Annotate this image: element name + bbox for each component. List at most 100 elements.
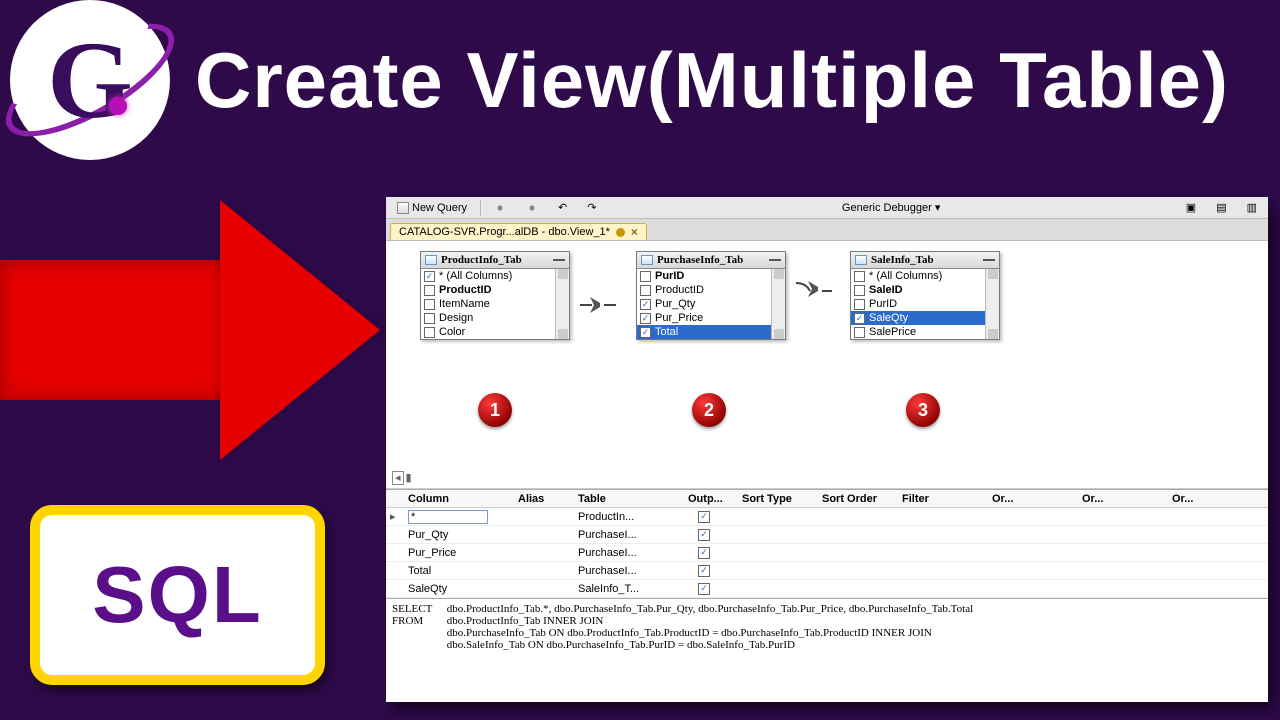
column-row[interactable]: PurID bbox=[851, 297, 999, 311]
column-name: Design bbox=[439, 312, 473, 324]
view-designer-surface[interactable]: ProductInfo_Tab✓* (All Columns)ProductID… bbox=[386, 241, 1268, 489]
column-row[interactable]: * (All Columns) bbox=[851, 269, 999, 283]
column-row[interactable]: ProductID bbox=[637, 283, 785, 297]
document-tabstrip: CATALOG-SVR.Progr...alDB - dbo.View_1* × bbox=[386, 219, 1268, 241]
grid-cell-output[interactable]: ✓ bbox=[684, 582, 738, 595]
horizontal-scroll-indicator[interactable]: ◂▮ bbox=[392, 471, 412, 484]
table-box-saleinfo[interactable]: SaleInfo_Tab* (All Columns)SaleIDPurID✓S… bbox=[850, 251, 1000, 340]
column-checkbox[interactable]: ✓ bbox=[640, 327, 651, 338]
scrollbar[interactable] bbox=[555, 269, 569, 339]
table-title-text: PurchaseInfo_Tab bbox=[657, 254, 743, 266]
column-checkbox[interactable]: ✓ bbox=[854, 313, 865, 324]
scrollbar[interactable] bbox=[771, 269, 785, 339]
grid-cell-column[interactable]: SaleQty bbox=[404, 583, 514, 595]
grid-row[interactable]: Total PurchaseI... ✓ bbox=[386, 562, 1268, 580]
grid-cell-column[interactable]: Total bbox=[404, 565, 514, 577]
grid-cell-output[interactable]: ✓ bbox=[684, 528, 738, 541]
table-box-productinfo[interactable]: ProductInfo_Tab✓* (All Columns)ProductID… bbox=[420, 251, 570, 340]
sql-from-line3: dbo.SaleInfo_Tab ON dbo.PurchaseInfo_Tab… bbox=[447, 639, 795, 651]
column-checkbox[interactable] bbox=[854, 327, 865, 338]
column-row[interactable]: PurID bbox=[637, 269, 785, 283]
new-query-button[interactable]: New Query bbox=[390, 200, 474, 216]
minimize-icon[interactable] bbox=[769, 259, 781, 261]
toolbar-btn-r2[interactable]: ▤ bbox=[1209, 199, 1233, 216]
grid-cell-table[interactable]: PurchaseI... bbox=[574, 547, 684, 559]
column-row[interactable]: ProductID bbox=[421, 283, 569, 297]
toolbar-btn-1[interactable] bbox=[487, 200, 513, 216]
column-checkbox[interactable] bbox=[854, 271, 865, 282]
column-row[interactable]: ✓Pur_Qty bbox=[637, 297, 785, 311]
grid-cell-column[interactable]: * bbox=[404, 510, 514, 524]
document-tab-label: CATALOG-SVR.Progr...alDB - dbo.View_1* bbox=[399, 226, 610, 238]
column-checkbox[interactable]: ✓ bbox=[640, 299, 651, 310]
table-icon bbox=[641, 255, 653, 265]
table-icon bbox=[855, 255, 867, 265]
minimize-icon[interactable] bbox=[553, 259, 565, 261]
grid-cell-table[interactable]: SaleInfo_T... bbox=[574, 583, 684, 595]
table-title[interactable]: PurchaseInfo_Tab bbox=[637, 252, 785, 269]
column-row[interactable]: SalePrice bbox=[851, 325, 999, 339]
toolbar-btn-2[interactable] bbox=[519, 200, 545, 216]
output-checkbox[interactable]: ✓ bbox=[698, 547, 710, 559]
grid-row[interactable]: Pur_Price PurchaseI... ✓ bbox=[386, 544, 1268, 562]
column-name: SaleID bbox=[869, 284, 903, 296]
grid-cell-output[interactable]: ✓ bbox=[684, 510, 738, 523]
output-checkbox[interactable]: ✓ bbox=[698, 511, 710, 523]
toolbar-btn-redo[interactable]: ↷ bbox=[580, 199, 603, 216]
sql-pane[interactable]: SELECT dbo.ProductInfo_Tab.*, dbo.Purcha… bbox=[386, 598, 1268, 655]
column-row[interactable]: ItemName bbox=[421, 297, 569, 311]
table-title[interactable]: SaleInfo_Tab bbox=[851, 252, 999, 269]
column-row[interactable]: ✓Pur_Price bbox=[637, 311, 785, 325]
column-checkbox[interactable] bbox=[424, 285, 435, 296]
column-row[interactable]: Design bbox=[421, 311, 569, 325]
grid-cell-column[interactable]: Pur_Qty bbox=[404, 529, 514, 541]
column-row[interactable]: Color bbox=[421, 325, 569, 339]
grid-cell-table[interactable]: ProductIn... bbox=[574, 511, 684, 523]
new-query-label: New Query bbox=[412, 202, 467, 214]
criteria-grid[interactable]: Column Alias Table Outp... Sort Type Sor… bbox=[386, 489, 1268, 598]
badge-1: 1 bbox=[478, 393, 512, 427]
column-checkbox[interactable] bbox=[424, 313, 435, 324]
output-checkbox[interactable]: ✓ bbox=[698, 529, 710, 541]
column-checkbox[interactable] bbox=[424, 327, 435, 338]
column-checkbox[interactable] bbox=[640, 285, 651, 296]
join-link-2[interactable] bbox=[794, 277, 834, 301]
debugger-dropdown[interactable]: Generic Debugger ▾ bbox=[835, 199, 947, 216]
table-box-purchaseinfo[interactable]: PurchaseInfo_Tab PurIDProductID✓Pur_Qty✓P… bbox=[636, 251, 786, 340]
channel-logo: G bbox=[10, 0, 170, 160]
grid-cell-table[interactable]: PurchaseI... bbox=[574, 565, 684, 577]
column-row[interactable]: ✓Total bbox=[637, 325, 785, 339]
column-row[interactable]: ✓SaleQty bbox=[851, 311, 999, 325]
output-checkbox[interactable]: ✓ bbox=[698, 565, 710, 577]
grid-cell-output[interactable]: ✓ bbox=[684, 564, 738, 577]
column-checkbox[interactable]: ✓ bbox=[424, 271, 435, 282]
grid-header-alias: Alias bbox=[514, 493, 574, 505]
column-row[interactable]: SaleID bbox=[851, 283, 999, 297]
close-icon[interactable]: × bbox=[631, 226, 638, 238]
column-name: ItemName bbox=[439, 298, 490, 310]
column-row[interactable]: ✓* (All Columns) bbox=[421, 269, 569, 283]
pin-icon[interactable] bbox=[616, 228, 625, 237]
minimize-icon[interactable] bbox=[983, 259, 995, 261]
scrollbar[interactable] bbox=[985, 269, 999, 339]
column-checkbox[interactable] bbox=[424, 299, 435, 310]
sql-badge-text: SQL bbox=[92, 555, 262, 635]
column-checkbox[interactable]: ✓ bbox=[640, 313, 651, 324]
grid-row[interactable]: SaleQty SaleInfo_T... ✓ bbox=[386, 580, 1268, 598]
grid-cell-table[interactable]: PurchaseI... bbox=[574, 529, 684, 541]
grid-cell-column[interactable]: Pur_Price bbox=[404, 547, 514, 559]
column-checkbox[interactable] bbox=[854, 299, 865, 310]
toolbar-btn-r1[interactable]: ▣ bbox=[1179, 199, 1203, 216]
active-document-tab[interactable]: CATALOG-SVR.Progr...alDB - dbo.View_1* × bbox=[390, 223, 647, 240]
grid-cell-column-editing[interactable]: * bbox=[408, 510, 488, 524]
grid-row[interactable]: Pur_Qty PurchaseI... ✓ bbox=[386, 526, 1268, 544]
column-checkbox[interactable] bbox=[640, 271, 651, 282]
output-checkbox[interactable]: ✓ bbox=[698, 583, 710, 595]
toolbar-btn-undo[interactable]: ↶ bbox=[551, 199, 574, 216]
join-link-1[interactable] bbox=[578, 293, 618, 317]
column-checkbox[interactable] bbox=[854, 285, 865, 296]
table-title[interactable]: ProductInfo_Tab bbox=[421, 252, 569, 269]
toolbar-btn-r3[interactable]: ▥ bbox=[1240, 199, 1264, 216]
grid-row[interactable]: ▸*ProductIn...✓ bbox=[386, 508, 1268, 526]
grid-cell-output[interactable]: ✓ bbox=[684, 546, 738, 559]
